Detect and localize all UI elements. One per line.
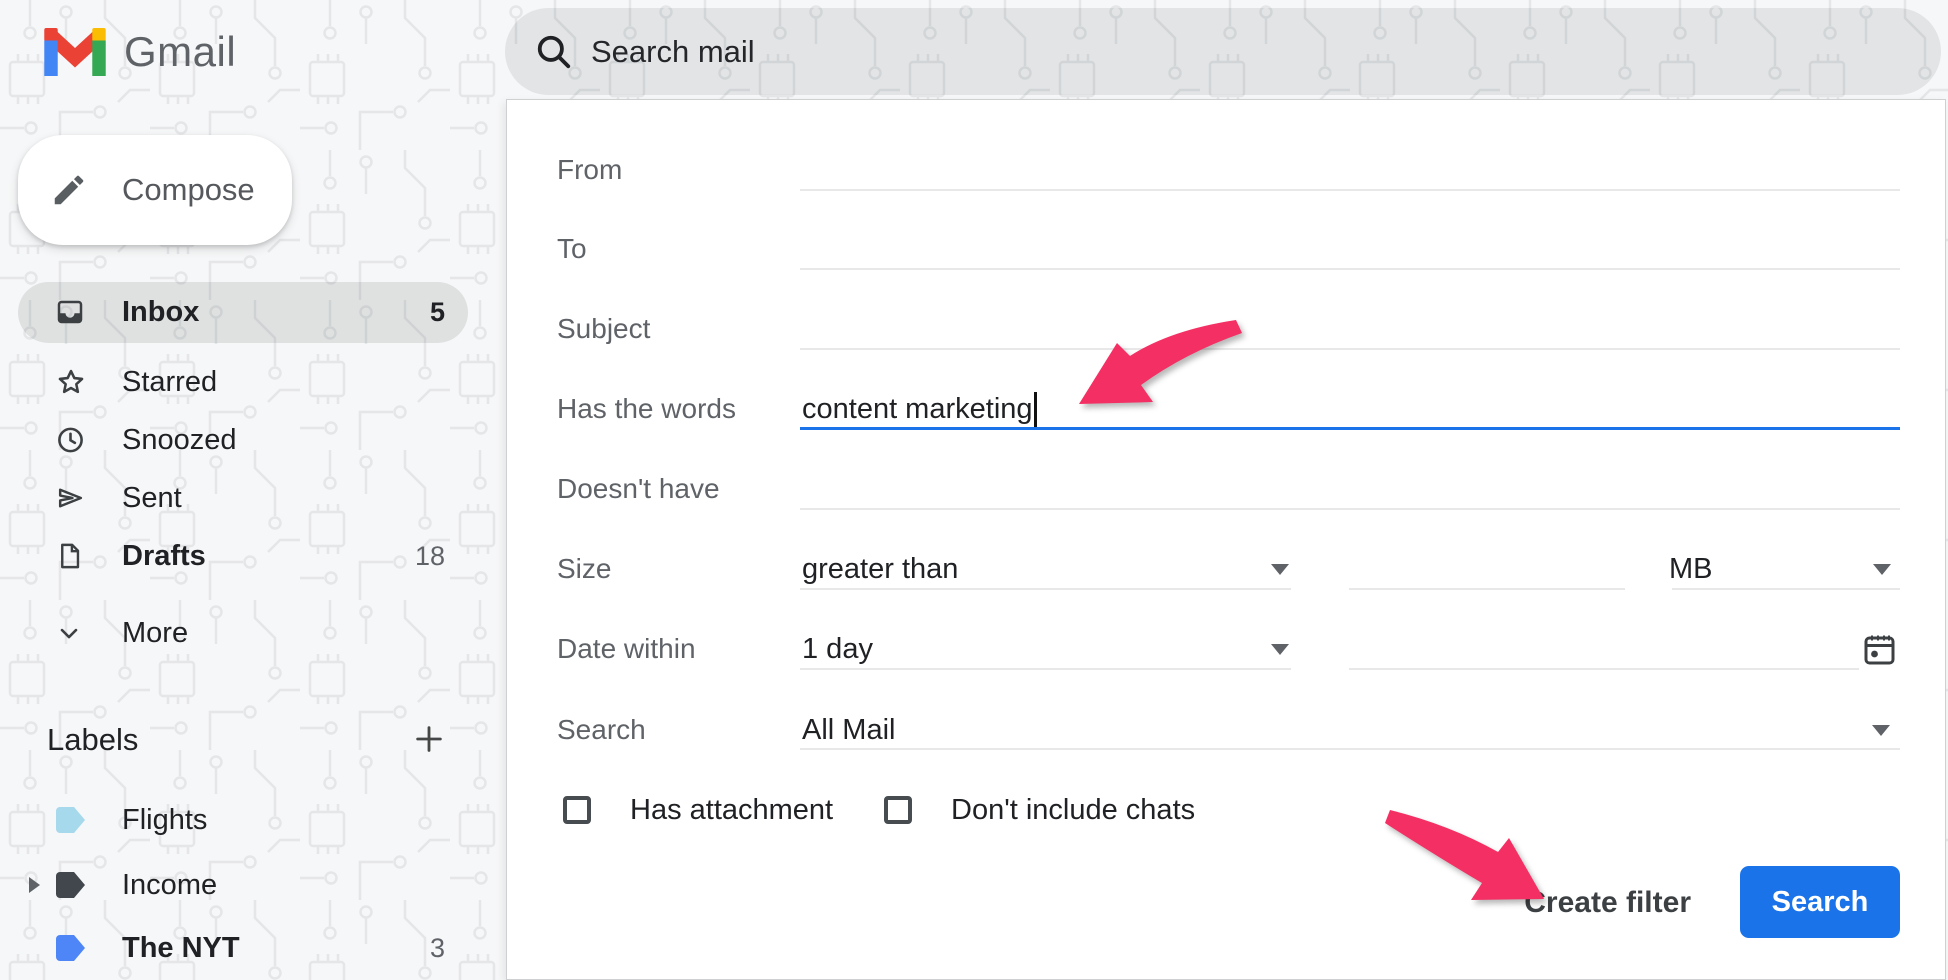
sidebar-item-label: Inbox: [122, 283, 199, 341]
sidebar-label-count: [370, 791, 445, 849]
text-cursor: [1034, 392, 1037, 428]
compose-label: Compose: [122, 172, 255, 208]
sidebar-item-count: 5: [370, 283, 445, 341]
sidebar-label-name: The NYT: [122, 919, 240, 977]
calendar-icon[interactable]: [1863, 632, 1897, 666]
label-tag-icon: [55, 806, 86, 834]
label-tag-icon: [55, 934, 86, 962]
has-the-words-value: content marketing: [802, 393, 1033, 425]
plus-icon[interactable]: [412, 722, 446, 756]
search-scope-dropdown-arrow-icon[interactable]: [1872, 725, 1890, 736]
compose-button[interactable]: Compose: [18, 135, 292, 245]
doesnt-have-underline: [800, 508, 1900, 510]
sidebar-item-label: Snoozed: [122, 411, 237, 469]
search-scope-underline: [800, 748, 1900, 750]
date-range-underline: [800, 668, 1291, 670]
sidebar: Gmail Compose Inbox 5 Starred: [0, 0, 506, 980]
sidebar-label-name: Income: [122, 856, 217, 914]
clock-icon: [55, 425, 86, 456]
gmail-advanced-search-screen: Gmail Compose Inbox 5 Starred: [0, 0, 1948, 980]
sidebar-item-inbox[interactable]: Inbox 5: [0, 283, 480, 341]
gmail-m-icon: [44, 28, 106, 76]
advanced-search-panel: From To Subject Has the words content ma…: [506, 99, 1946, 980]
sidebar-item-count: 18: [370, 527, 445, 585]
size-operator-dropdown-arrow-icon[interactable]: [1271, 564, 1289, 575]
sidebar-item-count: [370, 353, 445, 411]
sidebar-label-count: 3: [370, 919, 445, 977]
search-scope-label: Search: [557, 701, 646, 759]
sidebar-item-count: [370, 411, 445, 469]
subject-underline: [800, 348, 1900, 350]
date-range-dropdown-arrow-icon[interactable]: [1271, 644, 1289, 655]
date-underline: [1349, 668, 1859, 670]
pencil-icon: [50, 171, 88, 209]
sidebar-item-label: Drafts: [122, 527, 206, 585]
sidebar-label-flights[interactable]: Flights: [0, 791, 480, 849]
sidebar-label-name: Flights: [122, 791, 207, 849]
dont-include-chats-label: Don't include chats: [951, 781, 1195, 839]
has-the-words-focus-underline: [800, 427, 1900, 430]
subject-label: Subject: [557, 300, 650, 358]
sidebar-item-starred[interactable]: Starred: [0, 353, 480, 411]
expand-arrow-icon[interactable]: [29, 877, 40, 893]
search-icon: [535, 33, 573, 71]
star-icon: [55, 366, 87, 398]
label-tag-icon: [55, 871, 86, 899]
sidebar-item-snoozed[interactable]: Snoozed: [0, 411, 480, 469]
to-underline: [800, 268, 1900, 270]
has-the-words-label: Has the words: [557, 380, 736, 438]
sidebar-item-sent[interactable]: Sent: [0, 469, 480, 527]
dont-include-chats-checkbox[interactable]: [884, 796, 912, 824]
draft-icon: [55, 542, 84, 571]
from-label: From: [557, 141, 622, 199]
doesnt-have-label: Doesn't have: [557, 460, 720, 518]
gmail-wordmark: Gmail: [124, 28, 236, 76]
sidebar-item-drafts[interactable]: Drafts 18: [0, 527, 480, 585]
sidebar-item-label: Sent: [122, 469, 182, 527]
size-label: Size: [557, 540, 611, 598]
search-mail-bar[interactable]: Search mail: [505, 8, 1941, 95]
has-attachment-label: Has attachment: [630, 781, 833, 839]
to-label: To: [557, 220, 587, 278]
date-within-label: Date within: [557, 620, 696, 678]
size-unit-dropdown-arrow-icon[interactable]: [1873, 564, 1891, 575]
labels-section-title: Labels: [47, 711, 138, 769]
sidebar-item-count: [370, 469, 445, 527]
gmail-logo[interactable]: Gmail: [44, 26, 236, 78]
sidebar-label-income[interactable]: Income: [0, 856, 480, 914]
sidebar-item-more[interactable]: More: [0, 604, 480, 662]
search-scope-dropdown[interactable]: All Mail: [802, 701, 895, 759]
size-unit-underline: [1672, 588, 1900, 590]
sidebar-item-label: More: [122, 604, 188, 662]
sidebar-label-count: [370, 856, 445, 914]
send-icon: [55, 483, 86, 514]
create-filter-button[interactable]: Create filter: [1407, 874, 1691, 932]
sidebar-item-label: Starred: [122, 353, 217, 411]
search-button[interactable]: Search: [1740, 866, 1900, 938]
size-amount-underline: [1349, 588, 1625, 590]
chevron-down-icon: [55, 619, 83, 647]
has-attachment-checkbox[interactable]: [563, 796, 591, 824]
sidebar-label-the-nyt[interactable]: The NYT 3: [0, 919, 480, 977]
size-operator-underline: [800, 588, 1291, 590]
inbox-icon: [55, 297, 85, 327]
from-underline: [800, 189, 1900, 191]
search-placeholder: Search mail: [591, 34, 755, 70]
